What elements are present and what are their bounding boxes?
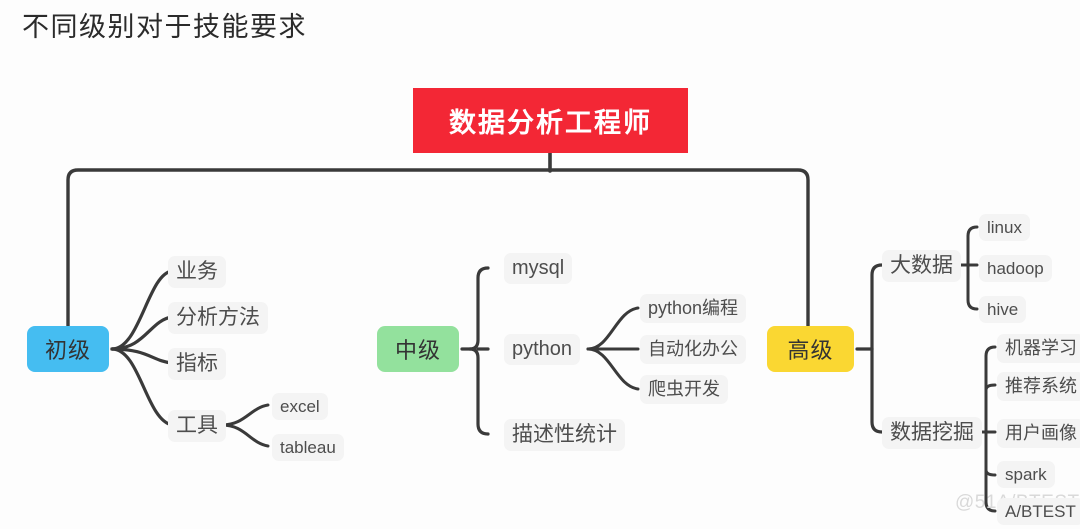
page-title: 不同级别对于技能要求	[22, 12, 307, 42]
branch-node-senior-label: 高级	[787, 338, 834, 363]
node-mid-python-programming[interactable]: python编程	[640, 294, 747, 323]
node-junior-tools-tableau[interactable]: tableau	[272, 434, 344, 462]
node-senior-bigdata-linux[interactable]: linux	[979, 214, 1030, 242]
node-senior-bigdata-hive[interactable]: hive	[979, 296, 1027, 324]
node-senior-datamining-abtest[interactable]: A/BTEST	[997, 498, 1080, 526]
node-junior-metrics[interactable]: 指标	[168, 348, 226, 381]
node-mid-python-crawler[interactable]: 爬虫开发	[640, 375, 728, 404]
node-junior-analysis-method[interactable]: 分析方法	[168, 302, 268, 335]
branch-node-junior-label: 初级	[44, 338, 91, 363]
mindmap-canvas: 不同级别对于技能要求 数据分析工程师 初级 中级 高级 业务 分析方法 指标 工…	[0, 0, 1080, 529]
node-junior-tools[interactable]: 工具	[168, 410, 226, 443]
node-mid-mysql[interactable]: mysql	[504, 253, 573, 284]
node-senior-datamining-spark[interactable]: spark	[997, 461, 1055, 489]
root-node[interactable]: 数据分析工程师	[413, 88, 688, 153]
node-senior-datamining-recsys[interactable]: 推荐系统	[997, 372, 1080, 401]
node-senior-bigdata[interactable]: 大数据	[882, 250, 961, 283]
node-senior-datamining[interactable]: 数据挖掘	[882, 417, 982, 450]
node-mid-python[interactable]: python	[504, 334, 581, 365]
node-senior-datamining-ml[interactable]: 机器学习	[997, 334, 1080, 363]
node-mid-descriptive-statistics[interactable]: 描述性统计	[504, 419, 625, 452]
node-senior-bigdata-hadoop[interactable]: hadoop	[979, 255, 1052, 283]
node-junior-yewu[interactable]: 业务	[168, 256, 226, 289]
branch-node-senior[interactable]: 高级	[767, 326, 854, 372]
node-junior-tools-excel[interactable]: excel	[272, 393, 328, 421]
root-node-label: 数据分析工程师	[449, 108, 652, 138]
branch-node-mid-label: 中级	[394, 338, 441, 363]
branch-node-mid[interactable]: 中级	[377, 326, 459, 372]
node-senior-datamining-user-profile[interactable]: 用户画像	[997, 419, 1080, 448]
branch-node-junior[interactable]: 初级	[27, 326, 109, 372]
node-mid-python-automation[interactable]: 自动化办公	[640, 335, 746, 364]
